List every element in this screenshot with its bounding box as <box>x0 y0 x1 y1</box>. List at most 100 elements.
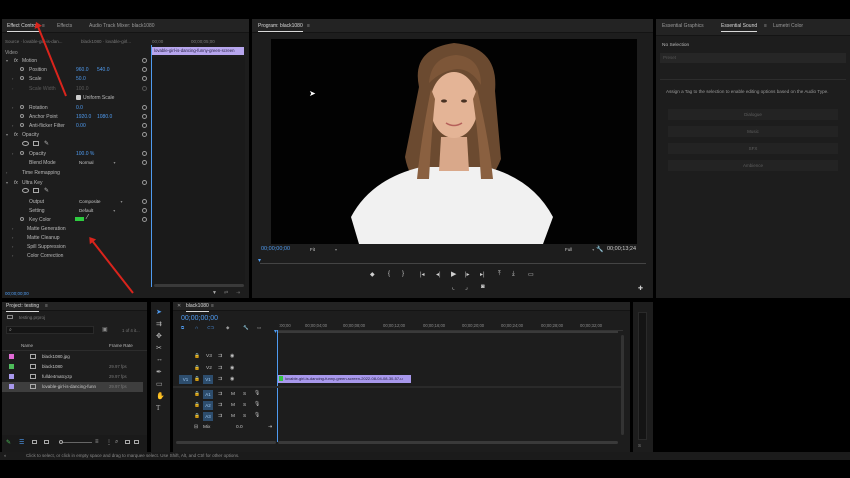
solo-button[interactable]: S <box>243 392 246 397</box>
ec-zoom-scrollbar[interactable] <box>154 284 244 287</box>
mark-out-icon[interactable]: } <box>402 271 404 277</box>
slip-tool-icon[interactable]: ↔ <box>156 356 163 363</box>
key-color-swatch[interactable] <box>75 217 84 221</box>
ultra-key-twirl[interactable]: ▾ <box>6 180 8 185</box>
track-lock-icon[interactable]: 🔒 <box>194 366 200 371</box>
snap-icon[interactable]: ∩ <box>195 325 198 330</box>
tab-effects[interactable]: Effects <box>57 23 72 29</box>
ec-clip-bar[interactable]: lovable-girl-is-dancing-funny-green-scre… <box>152 47 244 55</box>
opacity-stopwatch-icon[interactable] <box>20 151 24 155</box>
time-ruler[interactable] <box>278 321 623 331</box>
voiceover-mic-icon[interactable]: 🎙 <box>254 413 260 418</box>
position-x-value[interactable]: 960.0 <box>76 67 89 73</box>
sync-lock-icon[interactable]: ⇉ <box>218 377 222 382</box>
track-target-a1[interactable]: A1 <box>203 390 213 399</box>
track-target-a2[interactable]: A2 <box>203 401 213 410</box>
ripple-edit-tool-icon[interactable]: ✥ <box>156 332 162 340</box>
blend-reset-icon[interactable] <box>142 160 147 165</box>
scale-value[interactable]: 50.0 <box>76 76 86 82</box>
motion-twirl[interactable]: ▾ <box>6 58 8 63</box>
scale-reset-icon[interactable] <box>142 76 147 81</box>
rotation-twirl[interactable]: › <box>12 105 13 110</box>
motion-reset-icon[interactable] <box>142 58 147 63</box>
scale-twirl[interactable]: › <box>12 76 13 81</box>
timeline-menu-icon[interactable]: ≡ <box>211 303 214 309</box>
go-to-end-icon[interactable]: ⇥ <box>268 425 272 430</box>
solo-button[interactable]: S <box>243 403 246 408</box>
timeline-playhead-head[interactable]: ▾ <box>274 328 277 335</box>
anchor-y-value[interactable]: 1080.0 <box>97 114 112 120</box>
export-icon[interactable]: ⇥ <box>236 290 240 296</box>
eyedropper-icon[interactable]: ⁄ <box>87 214 88 221</box>
opacity-value[interactable]: 100.0 % <box>76 151 94 157</box>
zoom-slider[interactable] <box>59 440 92 444</box>
mix-volume-value[interactable]: 0.0 <box>236 425 243 430</box>
razor-tool-icon[interactable]: ✂ <box>156 344 162 352</box>
col-frame-rate-header[interactable]: Frame Rate <box>109 343 133 348</box>
mute-button[interactable]: M <box>231 403 235 408</box>
position-stopwatch-icon[interactable] <box>20 67 24 71</box>
new-bin-icon[interactable]: ▣ <box>102 326 108 333</box>
zoom-slider-thumb[interactable] <box>59 440 63 444</box>
tab-program[interactable]: Program: black1080 <box>258 23 303 32</box>
camera-icon[interactable]: ◙ <box>481 284 485 290</box>
voiceover-mic-icon[interactable]: 🎙 <box>254 402 260 407</box>
rotation-stopwatch-icon[interactable] <box>20 105 24 109</box>
sequence-clip-selector[interactable]: black1080 · lovable-girl... <box>81 39 131 44</box>
step-forward-icon[interactable]: |▸ <box>465 271 470 278</box>
project-menu-icon[interactable]: ≡ <box>45 303 48 309</box>
mute-button[interactable]: M <box>231 414 235 419</box>
position-reset-icon[interactable] <box>142 67 147 72</box>
nest-toggle-icon[interactable]: ⧉ <box>181 325 184 330</box>
close-sequence-icon[interactable]: ✕ <box>177 303 181 309</box>
lift-icon[interactable]: ⤒ <box>498 271 501 278</box>
toggle-output-icon[interactable]: ◉ <box>230 354 234 359</box>
source-clip-selector[interactable]: Source · lovable-girl-is-dan... <box>5 39 63 44</box>
type-tool-icon[interactable]: T <box>156 404 160 412</box>
sync-lock-icon[interactable]: ⇉ <box>218 392 222 397</box>
timeline-clip-scrollbar[interactable] <box>278 441 618 444</box>
mute-button[interactable]: M <box>231 392 235 397</box>
add-marker-icon[interactable]: ◆ <box>370 271 375 278</box>
setting-dropdown[interactable]: Default <box>79 208 116 213</box>
anchor-stopwatch-icon[interactable] <box>20 114 24 118</box>
sync-lock-icon[interactable]: ⇉ <box>218 403 222 408</box>
add-marker-timeline-icon[interactable]: ◆ <box>226 325 229 331</box>
video-frame[interactable]: ➤ <box>271 39 637 244</box>
pen-mask-icon[interactable]: ✎ <box>44 140 49 147</box>
essential-menu-icon[interactable]: ≡ <box>764 23 767 29</box>
sync-lock-icon[interactable]: ⇉ <box>218 354 222 359</box>
timeline-clip[interactable]: lovable-girl-is-dancing-funny-green-scre… <box>278 375 411 383</box>
source-patch-v1[interactable]: V1 <box>179 375 192 384</box>
freeform-view-icon[interactable] <box>44 440 49 444</box>
fit-dropdown[interactable]: Fit <box>310 247 337 252</box>
new-item-icon[interactable] <box>134 440 139 444</box>
anchor-reset-icon[interactable] <box>142 114 147 119</box>
project-item[interactable]: fullde4matcyzp 29.97 fps <box>2 372 143 382</box>
sync-lock-icon[interactable]: ⇉ <box>218 414 222 419</box>
new-bin-footer-icon[interactable] <box>125 440 130 444</box>
tab-essential-sound[interactable]: Essential Sound <box>721 23 758 32</box>
uk-ellipse-mask-icon[interactable] <box>22 188 29 193</box>
filter-icon[interactable]: ▼ <box>212 290 217 296</box>
program-timecode[interactable]: 00;00;00;00 <box>261 246 290 252</box>
play-audio-icon[interactable]: ⇄ <box>224 290 228 296</box>
tab-project[interactable]: Project: testing <box>6 303 40 312</box>
export-frame-icon[interactable]: ▭ <box>528 271 534 278</box>
opacity-value-twirl[interactable]: › <box>12 151 13 156</box>
sort-icon[interactable]: ≡ <box>95 439 99 445</box>
list-view-icon[interactable]: ☰ <box>19 439 24 446</box>
settings-wrench-icon[interactable]: 🔧 <box>596 246 603 253</box>
project-item[interactable]: black1080.jpg <box>2 352 143 362</box>
selection-tool-icon[interactable]: ➤ <box>156 308 162 316</box>
program-playhead[interactable]: ▾ <box>258 257 261 264</box>
output-reset-icon[interactable] <box>142 199 147 204</box>
linked-selection-icon[interactable]: ⊂⊃ <box>207 325 215 331</box>
timeline-settings-icon[interactable]: 🔧 <box>243 325 249 331</box>
spill-suppression-twirl[interactable]: › <box>12 244 13 249</box>
project-item[interactable]: black1080 29.97 fps <box>2 362 143 372</box>
track-select-tool-icon[interactable]: ⇉ <box>156 320 162 328</box>
mark-in-icon[interactable]: { <box>388 271 390 277</box>
uk-rectangle-mask-icon[interactable] <box>33 188 39 193</box>
tab-audio-track-mixer[interactable]: Audio Track Mixer: black1080 <box>89 23 155 29</box>
